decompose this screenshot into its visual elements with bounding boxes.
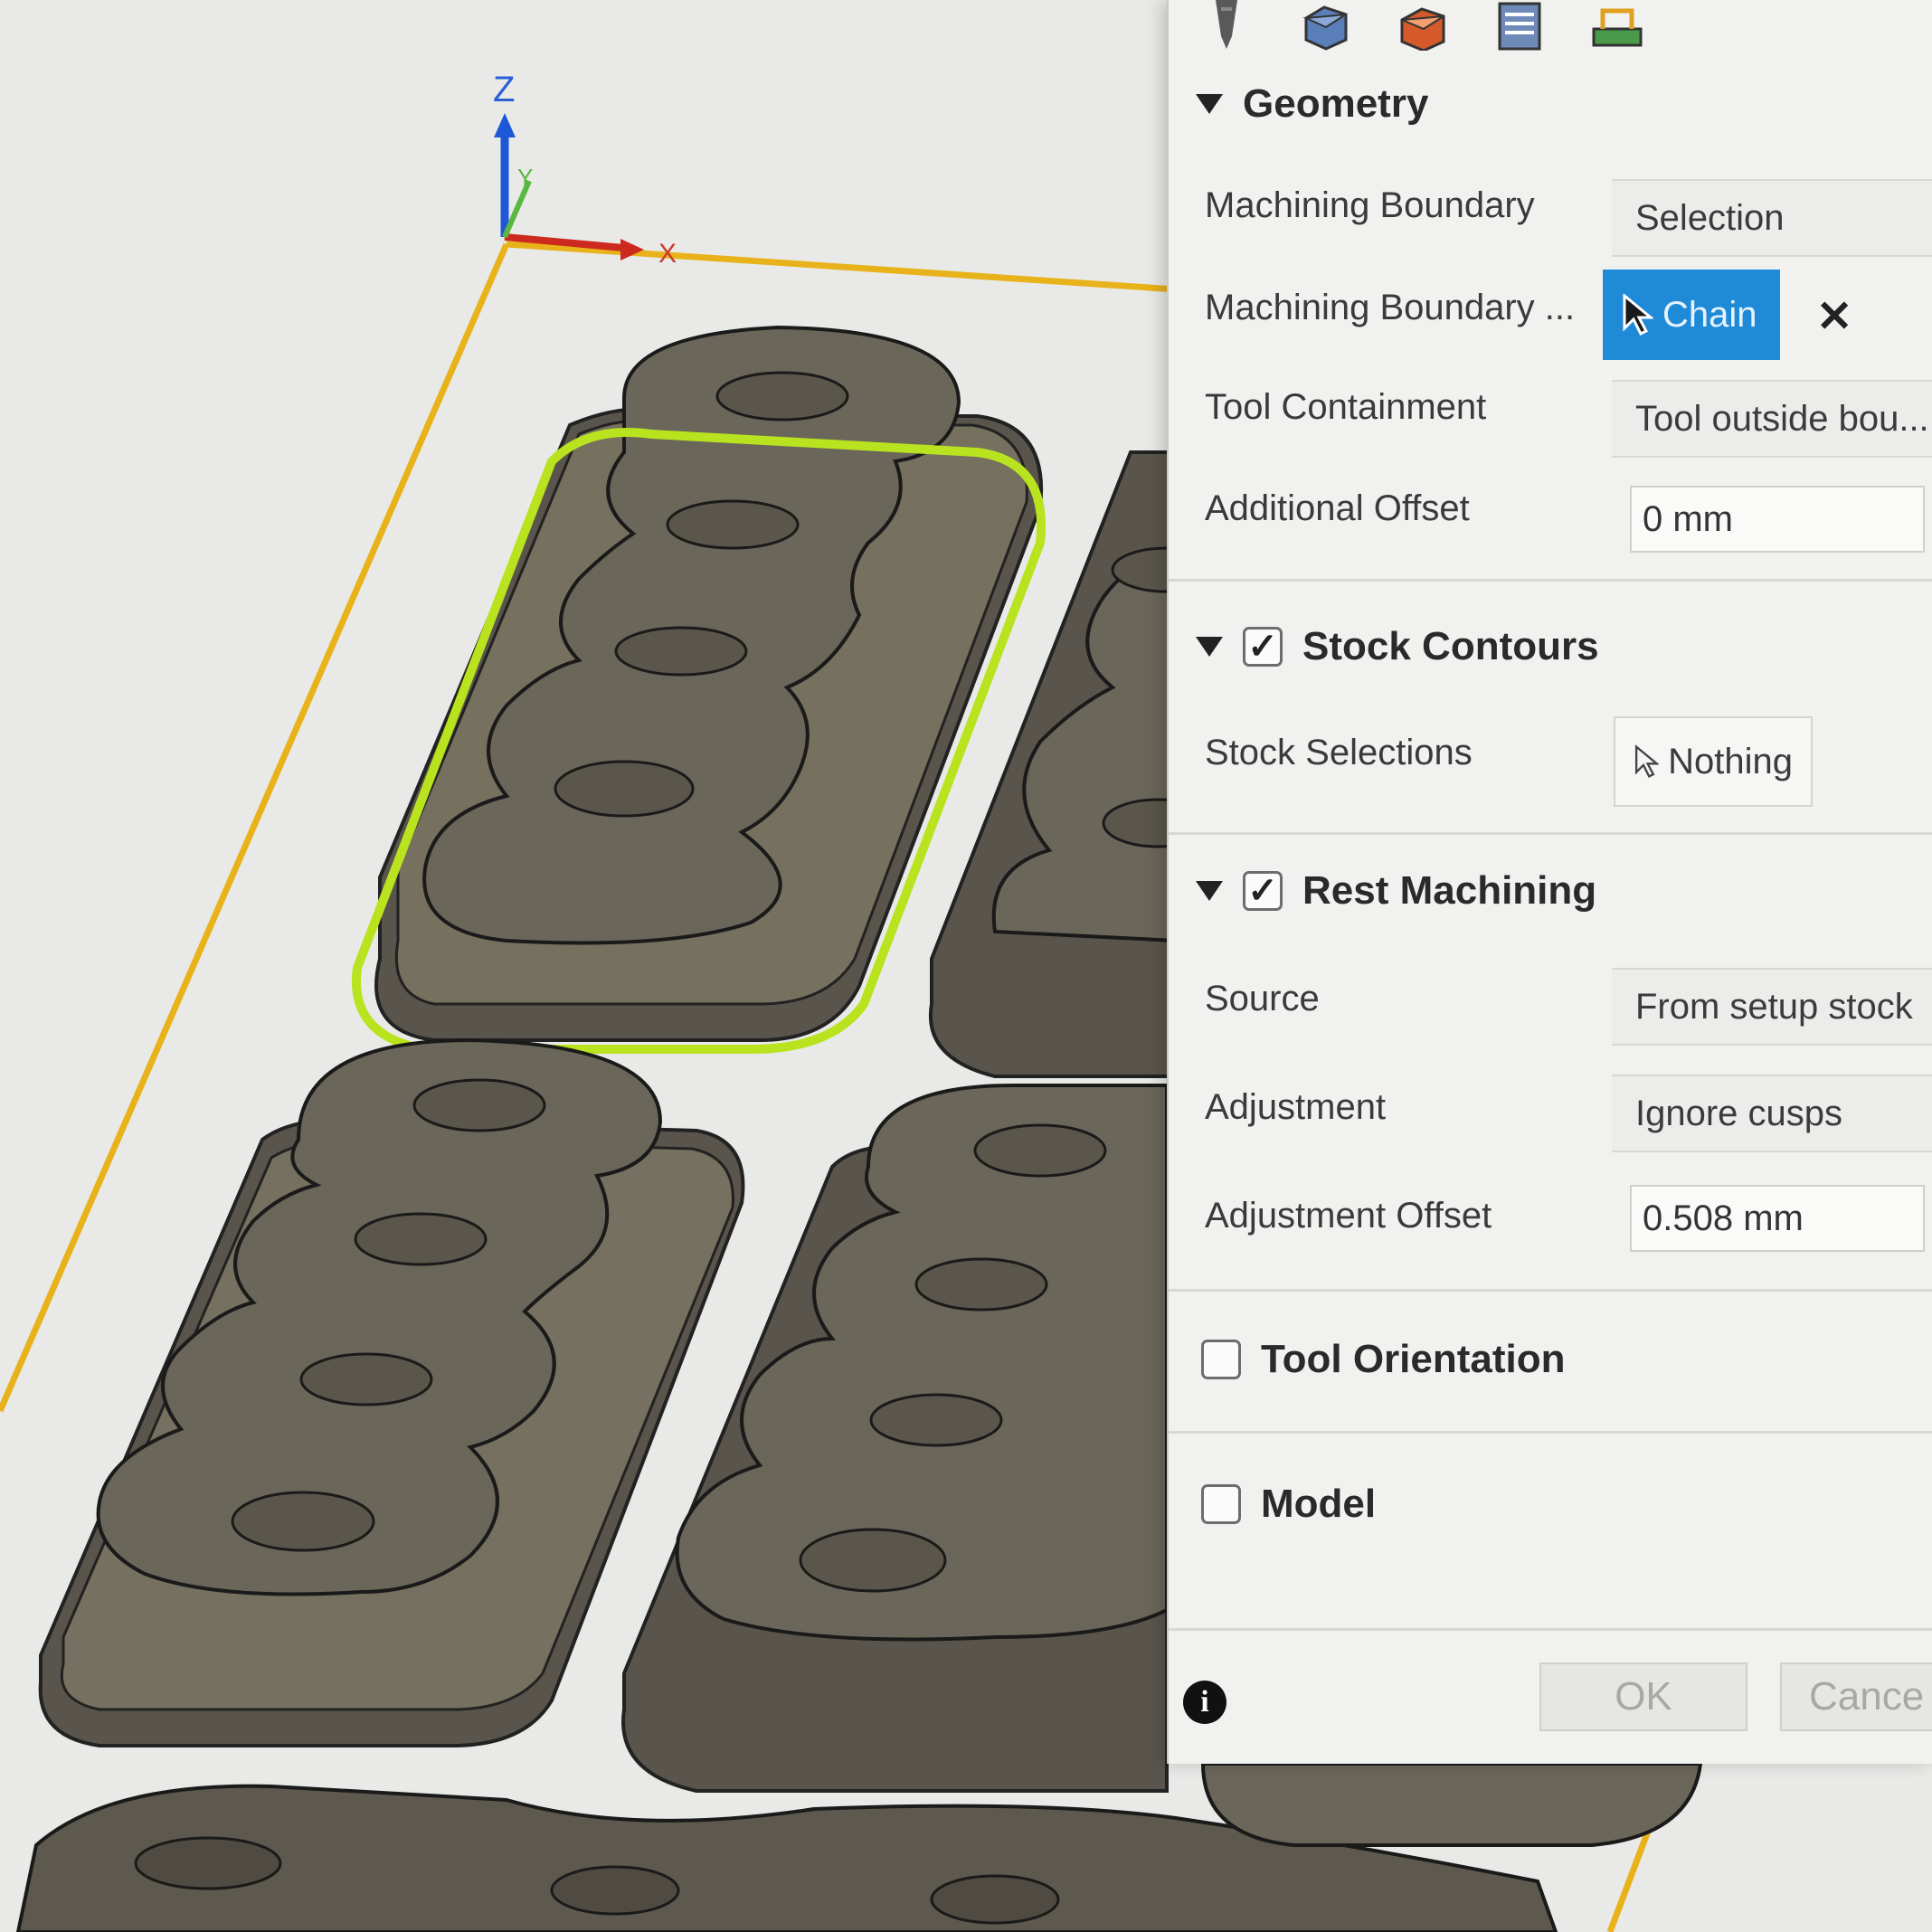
section-model-title: Model xyxy=(1261,1482,1377,1526)
stock-selections-value: Nothing xyxy=(1668,741,1793,781)
source-label: Source xyxy=(1205,979,1320,1018)
adjustment-offset-label: Adjustment Offset xyxy=(1205,1196,1492,1236)
section-divider xyxy=(1169,579,1932,582)
footer-divider xyxy=(1169,1628,1932,1631)
additional-offset-input[interactable]: 0 mm xyxy=(1630,486,1925,553)
tab-geometry[interactable] xyxy=(1293,0,1355,51)
section-rest-machining[interactable]: ✓ Rest Machining xyxy=(1196,868,1596,914)
model-checkbox[interactable] xyxy=(1201,1484,1241,1524)
z-axis-label: Z xyxy=(493,70,515,109)
section-tool-orientation-title: Tool Orientation xyxy=(1261,1337,1566,1381)
tool-icon xyxy=(1216,0,1237,49)
section-divider xyxy=(1169,1431,1932,1434)
clear-selection-close-icon[interactable]: ✕ xyxy=(1816,291,1852,342)
section-geometry[interactable]: Geometry xyxy=(1196,81,1428,127)
tab-tool[interactable] xyxy=(1196,0,1257,51)
adjustment-label: Adjustment xyxy=(1205,1087,1387,1127)
chain-select-button[interactable]: Chain xyxy=(1603,270,1780,360)
collapse-triangle-icon[interactable] xyxy=(1196,94,1223,114)
section-geometry-title: Geometry xyxy=(1243,81,1429,126)
section-divider xyxy=(1169,1289,1932,1292)
source-select[interactable]: From setup stock xyxy=(1612,968,1932,1046)
rest-machining-checkbox[interactable]: ✓ xyxy=(1243,871,1283,911)
cursor-arrow-icon xyxy=(1634,744,1660,778)
y-axis-label: Y xyxy=(517,164,533,191)
machining-boundary-label: Machining Boundary xyxy=(1205,185,1535,225)
tool-containment-label: Tool Containment xyxy=(1205,387,1487,427)
tab-heights[interactable] xyxy=(1391,0,1453,51)
passes-icon xyxy=(1498,2,1541,51)
x-axis-label: X xyxy=(658,239,677,269)
adjustment-select[interactable]: Ignore cusps xyxy=(1612,1075,1932,1152)
cancel-button[interactable]: Cance xyxy=(1780,1662,1932,1731)
stock-selections-label: Stock Selections xyxy=(1205,733,1473,772)
stock-selections-button[interactable]: Nothing xyxy=(1614,716,1813,807)
section-divider xyxy=(1169,832,1932,835)
section-stock-contours-title: Stock Contours xyxy=(1302,624,1599,668)
machining-boundary-select[interactable]: Selection xyxy=(1612,179,1932,257)
section-rest-machining-title: Rest Machining xyxy=(1302,868,1597,913)
cursor-arrow-icon xyxy=(1623,294,1653,336)
tool-containment-select[interactable]: Tool outside bou... xyxy=(1612,380,1932,458)
section-model[interactable]: Model xyxy=(1201,1482,1376,1527)
tool-orientation-checkbox[interactable] xyxy=(1201,1340,1241,1379)
info-icon[interactable]: i xyxy=(1183,1681,1226,1724)
stock-contours-checkbox[interactable]: ✓ xyxy=(1243,627,1283,667)
linking-icon xyxy=(1592,8,1643,47)
section-tool-orientation[interactable]: Tool Orientation xyxy=(1201,1337,1566,1382)
ok-button[interactable]: OK xyxy=(1539,1662,1747,1731)
collapse-triangle-icon[interactable] xyxy=(1196,881,1223,901)
heights-icon xyxy=(1400,7,1445,51)
adjustment-offset-input[interactable]: 0.508 mm xyxy=(1630,1185,1925,1252)
collapse-triangle-icon[interactable] xyxy=(1196,637,1223,657)
tab-passes[interactable] xyxy=(1489,0,1550,51)
geometry-icon xyxy=(1302,5,1348,51)
section-stock-contours[interactable]: ✓ Stock Contours xyxy=(1196,624,1599,669)
tab-linking[interactable] xyxy=(1586,0,1648,51)
operation-tabs xyxy=(1196,0,1648,63)
operation-properties-panel: Geometry Machining Boundary Selection Ma… xyxy=(1167,0,1932,1764)
machining-boundary-selection-label: Machining Boundary ... xyxy=(1205,288,1576,327)
additional-offset-label: Additional Offset xyxy=(1205,488,1470,528)
chain-select-label: Chain xyxy=(1662,294,1757,335)
